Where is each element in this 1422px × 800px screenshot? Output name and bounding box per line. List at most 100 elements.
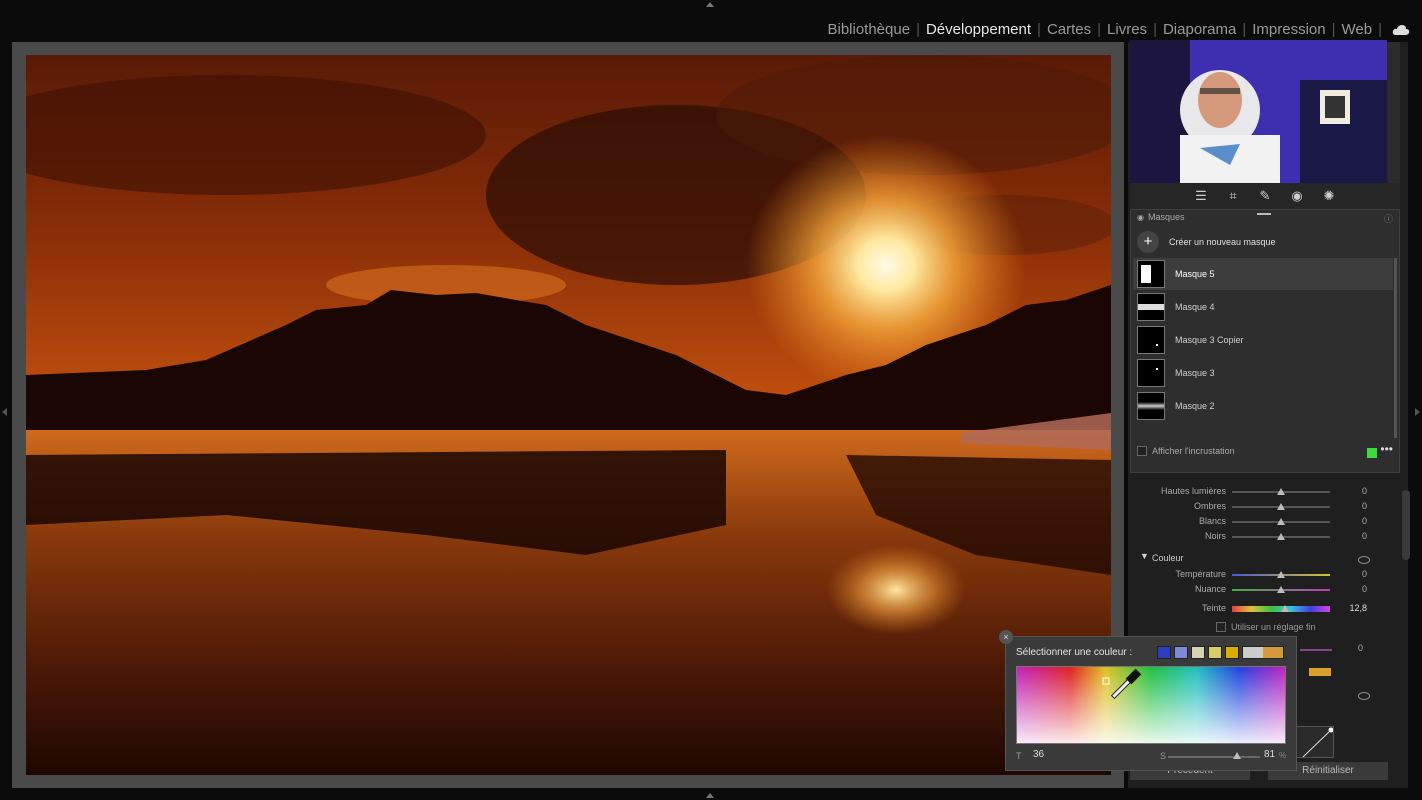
preset-swatch[interactable] <box>1225 646 1239 659</box>
saturation-unit: % <box>1279 751 1287 760</box>
slider-value[interactable]: 0 <box>1358 643 1363 653</box>
slider-track[interactable] <box>1232 503 1330 510</box>
slider-tint: Nuance 0 <box>1130 582 1380 597</box>
color-spectrum[interactable] <box>1016 666 1286 744</box>
slider-label: Température <box>1175 569 1226 579</box>
slider-label: Ombres <box>1193 501 1226 511</box>
panel-drag-handle[interactable] <box>1257 213 1271 215</box>
masking-icon[interactable]: ✺ <box>1320 187 1338 205</box>
crop-icon[interactable]: ⌗ <box>1224 187 1242 205</box>
hue-value[interactable]: 36 <box>1033 749 1044 760</box>
slider-whites: Blancs 0 <box>1130 514 1380 529</box>
slider-track[interactable] <box>1232 533 1330 540</box>
plus-icon: + <box>1137 231 1159 253</box>
section-title: Couleur <box>1152 553 1184 563</box>
mask-label: Masque 2 <box>1175 401 1215 411</box>
overlay-color-swatch[interactable] <box>1367 448 1377 458</box>
slider-track[interactable] <box>1232 488 1330 495</box>
mask-label: Masque 4 <box>1175 302 1215 312</box>
mask-thumbnail <box>1137 359 1165 387</box>
top-panel-toggle[interactable] <box>706 2 714 7</box>
preset-swatch[interactable] <box>1174 646 1188 659</box>
overlay-checkbox[interactable] <box>1137 446 1147 456</box>
slider-track[interactable] <box>1232 518 1330 525</box>
slider-thumb[interactable] <box>1277 488 1285 495</box>
masks-scrollbar[interactable] <box>1394 258 1397 438</box>
right-panel-toggle[interactable] <box>1415 408 1420 416</box>
slider-value[interactable]: 0 <box>1340 569 1367 579</box>
visibility-eye-icon[interactable]: ◉ <box>1137 213 1144 222</box>
collapse-triangle-icon[interactable]: ▼ <box>1140 551 1149 561</box>
slider-temperature: Température 0 <box>1130 567 1380 582</box>
overlay-label: Afficher l'incrustation <box>1152 446 1235 456</box>
slider-value[interactable]: 0 <box>1340 516 1367 526</box>
slider-blacks: Noirs 0 <box>1130 529 1380 544</box>
masks-header: ◉ Masques <box>1137 212 1185 222</box>
close-icon[interactable]: × <box>999 630 1013 644</box>
preset-swatch[interactable] <box>1157 646 1171 659</box>
slider-value[interactable]: 0 <box>1340 584 1367 594</box>
slider-thumb[interactable] <box>1277 533 1285 540</box>
slider-highlights: Hautes lumières 0 <box>1130 484 1380 499</box>
mask-thumbnail <box>1137 326 1165 354</box>
picker-title: Sélectionner une couleur : <box>1016 647 1133 658</box>
mask-item-4[interactable]: Masque 4 <box>1133 291 1393 323</box>
red-eye-icon[interactable]: ◉ <box>1288 187 1306 205</box>
slider-track[interactable] <box>1232 571 1330 578</box>
photo-preview[interactable] <box>26 55 1111 775</box>
module-web[interactable]: Web <box>1336 21 1379 38</box>
tool-strip: ☰ ⌗ ✎ ◉ ✺ <box>1130 183 1400 209</box>
preset-swatch[interactable] <box>1208 646 1222 659</box>
slider-value[interactable]: 0 <box>1340 486 1367 496</box>
fine-adjust-toggle[interactable]: Utiliser un réglage fin <box>1216 622 1316 632</box>
mask-item-3[interactable]: Masque 3 <box>1133 357 1393 389</box>
slider-label: Hautes lumières <box>1160 486 1226 496</box>
left-panel-toggle[interactable] <box>2 408 7 416</box>
slider-value[interactable]: 0 <box>1340 501 1367 511</box>
module-diaporama[interactable]: Diaporama <box>1157 21 1242 38</box>
preset-swatch[interactable] <box>1191 646 1205 659</box>
fine-adjust-checkbox[interactable] <box>1216 622 1226 632</box>
slider-thumb[interactable] <box>1281 605 1289 612</box>
module-bibliotheque[interactable]: Bibliothèque <box>821 21 916 38</box>
info-icon[interactable]: ⓘ <box>1384 212 1393 225</box>
slider-thumb[interactable] <box>1277 586 1285 593</box>
slider-label: Nuance <box>1194 584 1226 594</box>
current-color-preview <box>1242 646 1284 659</box>
mask-item-3-copy[interactable]: Masque 3 Copier <box>1133 324 1393 356</box>
color-section-header[interactable]: ▼ Couleur <box>1130 549 1378 567</box>
saturation-thumb[interactable] <box>1233 752 1241 759</box>
eye-icon[interactable] <box>1358 692 1370 700</box>
previous-color[interactable] <box>1243 647 1263 658</box>
module-cartes[interactable]: Cartes <box>1041 21 1097 38</box>
slider-track[interactable] <box>1232 605 1330 612</box>
current-color[interactable] <box>1263 647 1283 658</box>
module-developpement[interactable]: Développement <box>920 21 1037 38</box>
mask-label: Masque 3 Copier <box>1175 335 1244 345</box>
panel-scrollbar[interactable] <box>1402 490 1410 560</box>
show-overlay-toggle[interactable]: Afficher l'incrustation <box>1137 446 1235 456</box>
slider-track[interactable] <box>1300 649 1332 651</box>
slider-thumb[interactable] <box>1277 503 1285 510</box>
slider-track[interactable] <box>1232 586 1330 593</box>
mask-thumbnail <box>1137 392 1165 420</box>
create-mask-button[interactable]: + Créer un nouveau masque <box>1137 230 1395 254</box>
slider-value[interactable]: 0 <box>1340 531 1367 541</box>
mask-thumbnail <box>1137 293 1165 321</box>
cloud-sync-icon[interactable] <box>1392 23 1410 35</box>
slider-value[interactable]: 12,8 <box>1340 603 1367 613</box>
slider-thumb[interactable] <box>1277 518 1285 525</box>
saturation-value[interactable]: 81 <box>1264 749 1275 760</box>
saturation-slider[interactable] <box>1168 756 1260 758</box>
slider-thumb[interactable] <box>1277 571 1285 578</box>
edit-sliders-icon[interactable]: ☰ <box>1192 187 1210 205</box>
module-impression[interactable]: Impression <box>1246 21 1331 38</box>
mask-item-2[interactable]: Masque 2 <box>1133 390 1393 422</box>
module-livres[interactable]: Livres <box>1101 21 1153 38</box>
healing-icon[interactable]: ✎ <box>1256 187 1274 205</box>
eye-icon[interactable] <box>1358 556 1370 564</box>
mask-item-5[interactable]: Masque 5 <box>1133 258 1393 290</box>
filmstrip-toggle[interactable] <box>706 793 714 798</box>
selected-color-swatch[interactable] <box>1308 667 1332 677</box>
more-options-icon[interactable]: ••• <box>1380 442 1393 456</box>
